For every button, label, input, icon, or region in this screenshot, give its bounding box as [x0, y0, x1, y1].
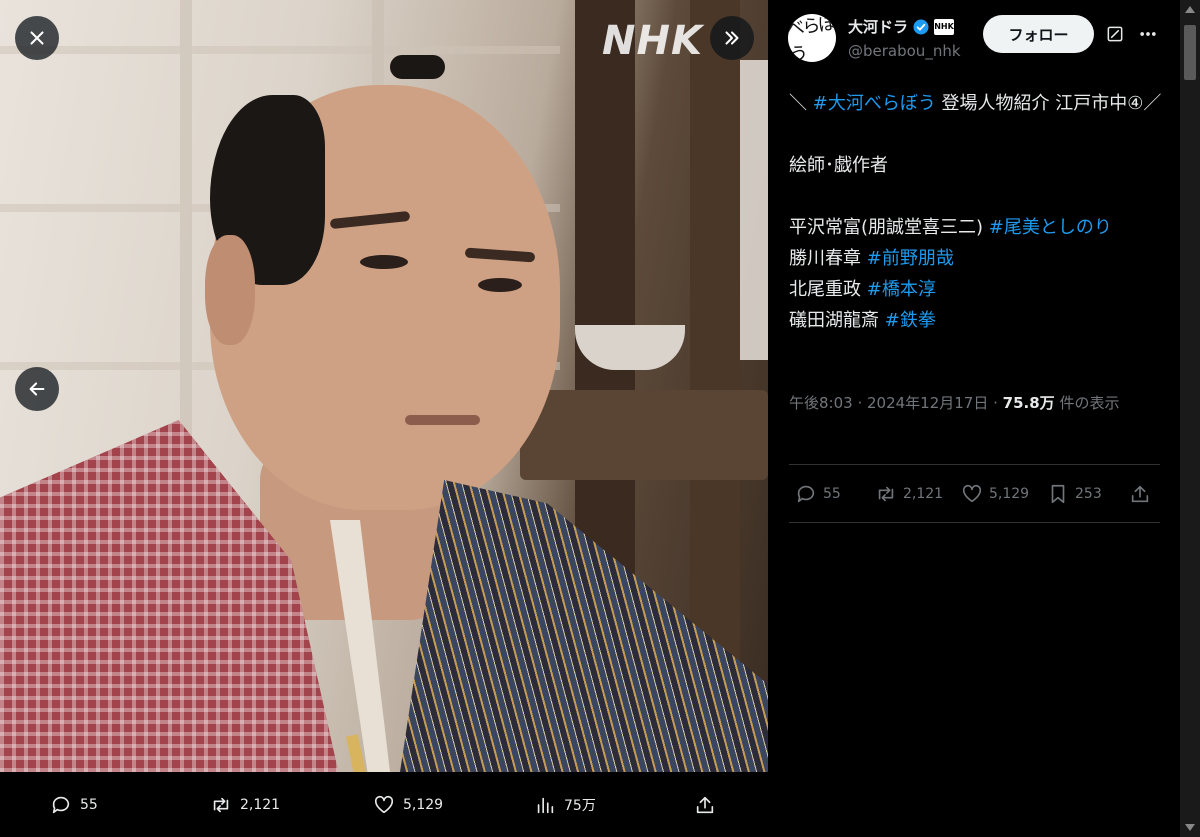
- like-count: 5,129: [989, 486, 1030, 502]
- hashtag-link[interactable]: #前野朋哉: [867, 248, 954, 269]
- hashtag-link[interactable]: #尾美としのり: [989, 217, 1112, 238]
- viewer-like-count: 5,129: [403, 797, 444, 813]
- viewer-reply-count: 55: [80, 797, 98, 813]
- share-icon: [696, 796, 714, 814]
- tweet-meta: 午後8:03 · 2024年12月17日 · 75.8万 件の表示: [789, 394, 1120, 412]
- scroll-down-icon[interactable]: [1185, 824, 1195, 831]
- tweet-date[interactable]: 2024年12月17日: [867, 394, 988, 412]
- share-button[interactable]: [1129, 483, 1151, 505]
- expand-panel-button[interactable]: [710, 16, 754, 60]
- tweet-text-segment: 勝川春章: [789, 248, 867, 269]
- hashtag-link[interactable]: #橋本淳: [867, 279, 936, 300]
- viewer-action-bar: 55 2,121 5,129 75万: [0, 772, 768, 837]
- portrait-head: [205, 55, 560, 510]
- back-arrow-icon: [29, 382, 45, 396]
- divider: [789, 464, 1160, 465]
- views-icon: [537, 797, 554, 814]
- tweet-line: 平沢常富(朋誠堂喜三二) #尾美としのり: [789, 212, 1169, 243]
- media-viewer: NHK 55 2,121 5,129 75万: [0, 0, 768, 837]
- hashtag-link[interactable]: #鉄拳: [885, 310, 936, 331]
- tweet-line: 北尾重政 #橋本淳: [789, 274, 1169, 305]
- reply-icon: [797, 485, 815, 503]
- nhk-watermark: NHK: [602, 18, 703, 64]
- tweet-line: [789, 181, 1169, 212]
- viewer-like-button[interactable]: 5,129: [373, 794, 443, 816]
- close-icon: [30, 31, 44, 45]
- forward-icon: [725, 31, 739, 45]
- tweet-photo: NHK: [0, 0, 768, 772]
- tweet-line: 絵師･戯作者: [789, 150, 1169, 181]
- user-handle[interactable]: @berabou_nhk: [848, 42, 961, 60]
- tweet-stats-bar: 55 2,121 5,129 253: [789, 478, 1160, 512]
- tweet-text-segment: 礒田湖龍斎: [789, 310, 885, 331]
- tweet-line: 勝川春章 #前野朋哉: [789, 243, 1169, 274]
- close-button[interactable]: [15, 16, 59, 60]
- reply-button[interactable]: 55: [795, 483, 841, 505]
- retweet-count: 2,121: [903, 486, 944, 502]
- tweet-time[interactable]: 午後8:03: [789, 394, 853, 412]
- bookmark-count: 253: [1075, 486, 1102, 502]
- retweet-icon: [878, 486, 894, 502]
- reply-icon: [52, 796, 70, 814]
- viewer-views-count: 75万: [564, 798, 596, 814]
- like-icon: [374, 795, 394, 814]
- scrollbar[interactable]: [1180, 0, 1200, 837]
- viewer-retweet-button[interactable]: 2,121: [210, 794, 280, 816]
- tweet-text-segment: ＼: [789, 93, 813, 114]
- verified-icon: [913, 19, 929, 34]
- viewer-retweet-count: 2,121: [240, 797, 281, 813]
- views-suffix: 件の表示: [1054, 394, 1120, 412]
- like-button[interactable]: 5,129: [961, 483, 1029, 505]
- views-count: 75.8万: [1002, 394, 1055, 412]
- viewer-views-button[interactable]: 75万: [534, 794, 596, 816]
- viewer-reply-button[interactable]: 55: [50, 794, 98, 816]
- avatar-logo-text: べらぼう: [788, 14, 836, 62]
- previous-image-button[interactable]: [15, 367, 59, 411]
- retweet-icon: [213, 797, 229, 813]
- hashtag-link[interactable]: #大河べらぼう: [813, 93, 936, 114]
- share-icon: [1131, 485, 1149, 503]
- retweet-button[interactable]: 2,121: [875, 483, 943, 505]
- grok-button[interactable]: [1100, 19, 1130, 49]
- more-icon: [1140, 32, 1156, 36]
- avatar[interactable]: べらぼう: [788, 14, 836, 62]
- tweet-text-segment: 平沢常富(朋誠堂喜三二): [789, 217, 989, 238]
- tweet-line: 礒田湖龍斎 #鉄拳: [789, 305, 1169, 336]
- scroll-up-icon[interactable]: [1185, 6, 1195, 13]
- reply-count: 55: [823, 486, 841, 502]
- scrollbar-thumb[interactable]: [1184, 25, 1196, 80]
- like-icon: [962, 484, 982, 503]
- tweet-line: ＼ #大河べらぼう 登場人物紹介 江戸市中④／: [789, 88, 1169, 119]
- grok-icon: [1107, 26, 1123, 42]
- bookmark-button[interactable]: 253: [1047, 483, 1102, 505]
- tweet-line: [789, 119, 1169, 150]
- org-badge-icon: NHK: [934, 18, 955, 35]
- tweet-text-segment: 北尾重政: [789, 279, 867, 300]
- more-button[interactable]: [1133, 19, 1163, 49]
- display-name-row[interactable]: 大河ドラ NHK: [848, 16, 955, 37]
- display-name: 大河ドラ: [848, 18, 909, 36]
- tweet-text-segment: 絵師･戯作者: [789, 155, 888, 176]
- viewer-share-button[interactable]: [694, 794, 716, 816]
- tweet-text-segment: 登場人物紹介 江戸市中④／: [935, 93, 1162, 114]
- tweet-text: ＼ #大河べらぼう 登場人物紹介 江戸市中④／ 絵師･戯作者平沢常富(朋誠堂喜三二…: [789, 88, 1169, 336]
- divider: [789, 522, 1160, 523]
- bookmark-icon: [1051, 484, 1065, 504]
- follow-button[interactable]: フォロー: [983, 15, 1094, 53]
